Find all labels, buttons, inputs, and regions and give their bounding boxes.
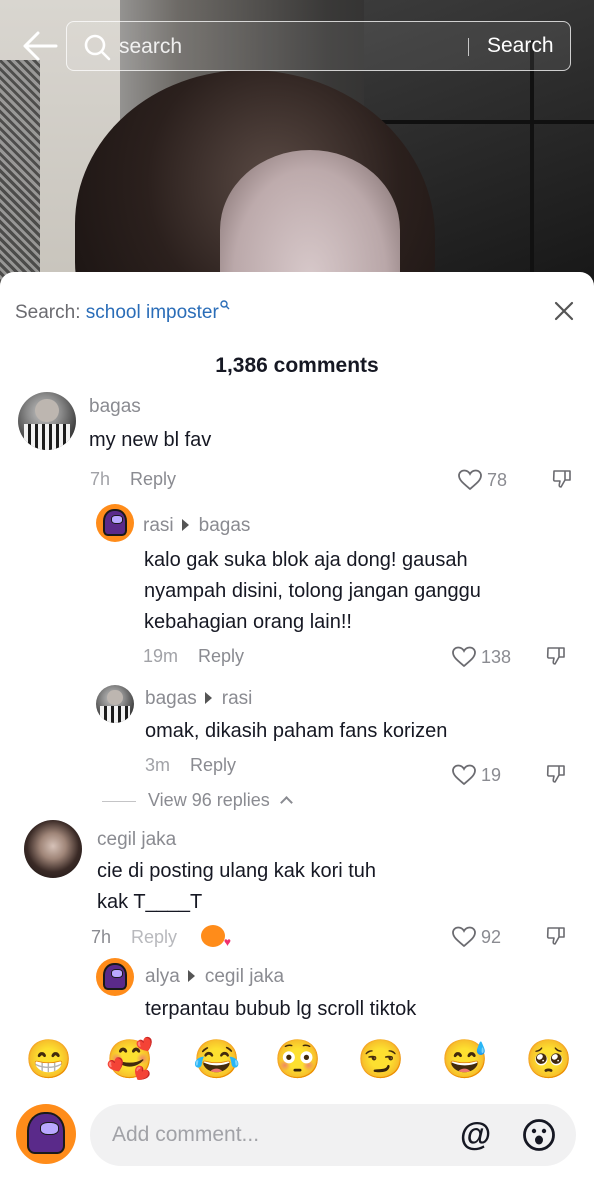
search-button[interactable]: Search [487, 34, 554, 58]
comment-username[interactable]: bagas [89, 396, 141, 418]
search-placeholder: search [119, 35, 183, 58]
comment-time: 7h [91, 927, 112, 947]
view-replies-button[interactable]: View 96 replies [102, 790, 293, 811]
reply-username: rasi bagas [143, 515, 250, 537]
comment-text: terpantau bubub lg scroll tiktok [145, 998, 417, 1020]
like-count: 92 [481, 927, 502, 947]
quick-emoji-bar: 😁 🥰 😂 😳 😏 😅 🥺 [0, 1038, 594, 1086]
search-divider [468, 38, 469, 56]
comment-meta: 7h Reply [91, 927, 177, 948]
reply-username: bagas rasi [145, 688, 252, 710]
comment-meta: 7h Reply [90, 469, 176, 490]
creator-liked-badge: ♥ [201, 925, 231, 949]
thumbs-down-icon[interactable] [545, 763, 567, 785]
like-count: 19 [481, 765, 502, 785]
comment-meta: 19m Reply [143, 646, 244, 667]
search-input[interactable]: search Search [66, 21, 571, 71]
heart-badge-icon: ♥ [223, 935, 231, 949]
comment-username[interactable]: alya [145, 966, 180, 987]
reply-to-caret-icon [181, 519, 189, 532]
comment-text-line: kalo gak suka blok aja dong! gausah [144, 549, 468, 571]
reply-username: alya cegil jaka [145, 966, 284, 988]
like-count: 138 [481, 647, 512, 667]
keyword-search-icon [220, 300, 230, 310]
video-sofa-seam-horizontal [364, 120, 594, 124]
comment-text: kalo gak suka blok aja dong! gausah nyam… [144, 545, 481, 638]
comment-time: 19m [143, 646, 179, 666]
reply-to-username[interactable]: rasi [222, 688, 253, 709]
comment-text: cie di posting ulang kak kori tuh kak T_… [97, 856, 376, 918]
emoji-button[interactable]: 🥺 [525, 1038, 572, 1082]
like-button[interactable]: 19 [451, 763, 541, 789]
back-arrow-icon [23, 31, 58, 61]
comment-text: omak, dikasih paham fans korizen [145, 720, 448, 742]
related-search-label: Search: [15, 302, 81, 323]
view-replies-label: View 96 replies [148, 790, 270, 810]
emoji-button[interactable]: 😁 [25, 1038, 72, 1082]
emoji-button[interactable]: 🥰 [106, 1038, 153, 1082]
avatar[interactable] [96, 958, 134, 996]
thumbs-down-icon[interactable] [545, 645, 567, 667]
comment-input[interactable]: Add comment... @ [90, 1104, 576, 1166]
emoji-icon[interactable] [522, 1118, 556, 1152]
emoji-button[interactable]: 😅 [441, 1038, 488, 1082]
view-replies-line [102, 800, 136, 802]
comment-text-line: cie di posting ulang kak kori tuh [97, 860, 377, 882]
heart-icon [452, 646, 476, 668]
reply-to-caret-icon [204, 692, 212, 705]
reply-button[interactable]: Reply [190, 755, 236, 775]
emoji-button[interactable]: 😏 [357, 1038, 404, 1082]
reply-button[interactable]: Reply [198, 646, 244, 666]
current-user-avatar[interactable] [16, 1104, 76, 1164]
thumbs-down-icon[interactable] [545, 925, 567, 947]
mention-button[interactable]: @ [460, 1118, 491, 1150]
reply-button[interactable]: Reply [130, 469, 176, 489]
reply-to-username[interactable]: cegil jaka [205, 966, 284, 987]
comment-input-placeholder: Add comment... [112, 1123, 260, 1146]
emoji-button[interactable]: 😂 [193, 1038, 240, 1082]
comment-text: my new bl fav [89, 429, 212, 451]
avatar[interactable] [96, 504, 134, 542]
chevron-up-icon [279, 796, 293, 809]
search-icon [84, 34, 111, 61]
reply-button[interactable]: Reply [131, 927, 177, 947]
avatar[interactable] [18, 392, 76, 450]
heart-icon [452, 926, 476, 948]
video-sofa-seam [530, 40, 534, 300]
heart-icon [458, 469, 482, 491]
back-button[interactable] [20, 28, 60, 64]
comment-time: 7h [90, 469, 111, 489]
related-search-keyword[interactable]: school imposter [86, 302, 219, 323]
emoji-button[interactable]: 😳 [274, 1038, 321, 1082]
comment-time: 3m [145, 755, 171, 775]
reply-to-caret-icon [187, 970, 195, 983]
comment-username[interactable]: bagas [145, 688, 197, 709]
comment-text-line: kebahagian orang lain!! [144, 611, 352, 633]
comment-username[interactable]: rasi [143, 515, 174, 536]
comments-count: 1,386 comments [215, 354, 379, 377]
comment-meta: 3m Reply [145, 755, 236, 776]
heart-icon [452, 764, 476, 786]
thumbs-down-icon[interactable] [551, 468, 573, 490]
like-count: 78 [487, 470, 508, 490]
like-button[interactable]: 92 [451, 925, 541, 951]
close-icon[interactable] [553, 300, 575, 322]
like-button[interactable]: 138 [451, 645, 541, 671]
avatar[interactable] [96, 685, 134, 723]
comment-username[interactable]: cegil jaka [97, 829, 176, 851]
related-search: Search: school imposter [15, 300, 230, 324]
comment-text-line: nyampah disini, tolong jangan ganggu [144, 580, 481, 602]
reply-to-username[interactable]: bagas [199, 515, 251, 536]
like-button[interactable]: 78 [457, 468, 547, 494]
video-pattern [0, 60, 40, 300]
comment-text-line: kak T____T [97, 891, 203, 913]
avatar[interactable] [24, 820, 82, 878]
